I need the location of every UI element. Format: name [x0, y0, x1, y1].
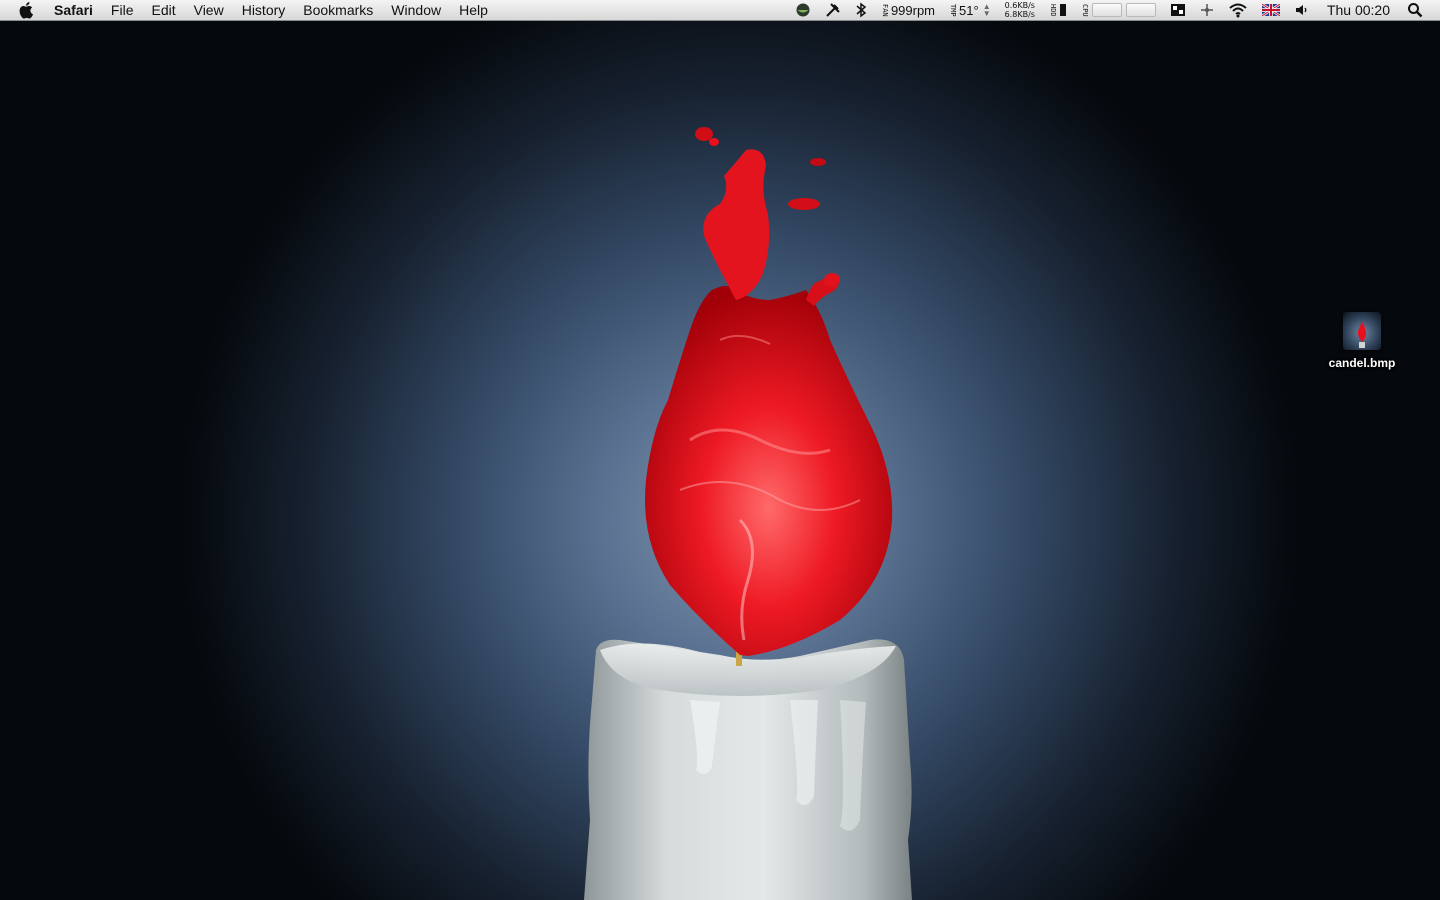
network-status[interactable]: 0.6KB/s 6.8KB/s [1005, 1, 1035, 19]
candle-wallpaper [584, 127, 912, 900]
menu-bar: Safari File Edit View History Bookmarks … [0, 0, 1440, 21]
menu-view[interactable]: View [185, 0, 233, 21]
disk-status[interactable]: HDD [1049, 3, 1067, 17]
dual-display-icon[interactable] [1170, 2, 1186, 18]
menu-bookmarks[interactable]: Bookmarks [294, 0, 382, 21]
temp-label: TMP [949, 3, 958, 17]
net-up: 0.6KB/s [1004, 1, 1035, 10]
net-down: 6.8KB/s [1004, 10, 1035, 19]
uk-flag-icon[interactable] [1261, 4, 1280, 16]
cpu-meter-1 [1091, 3, 1122, 17]
desktop[interactable]: Safari File Edit View History Bookmarks … [0, 0, 1440, 900]
flame-main [645, 286, 893, 656]
fan-label: FAN [880, 3, 889, 17]
disk-label: HDD [1048, 3, 1057, 17]
fan-speed: 999rpm [890, 2, 936, 18]
bluetooth-icon[interactable] [855, 2, 867, 18]
volume-icon[interactable] [1294, 3, 1308, 17]
move-icon[interactable] [1200, 3, 1214, 17]
app-menu-safari[interactable]: Safari [52, 0, 102, 21]
menu-help[interactable]: Help [450, 0, 497, 21]
desktop-file-icon[interactable]: candel.bmp [1316, 312, 1408, 370]
menu-history[interactable]: History [233, 0, 295, 21]
menu-file[interactable]: File [102, 0, 143, 21]
wifi-icon[interactable] [1228, 2, 1248, 18]
menu-edit[interactable]: Edit [142, 0, 184, 21]
menu-window[interactable]: Window [382, 0, 450, 21]
cpu-label: CPU [1080, 3, 1089, 17]
temperature-value: 51° [959, 2, 979, 18]
battery-icon [1059, 4, 1066, 16]
menubar-clock[interactable]: Thu 00:20 [1327, 2, 1390, 18]
cpu-status[interactable]: CPU [1081, 3, 1156, 17]
cpu-meter-2 [1125, 3, 1156, 17]
spotlight-icon[interactable] [1407, 2, 1423, 18]
file-name-label: candel.bmp [1328, 356, 1396, 370]
eye-icon[interactable] [795, 3, 811, 17]
temperature-status[interactable]: TMP 51° ▲ ▼ [949, 3, 991, 18]
tools-icon[interactable] [825, 2, 841, 18]
updown-arrows-icon: ▲ ▼ [982, 2, 991, 18]
bmp-file-thumbnail-icon [1343, 312, 1381, 350]
apple-icon[interactable] [0, 1, 52, 19]
fan-status[interactable]: FAN 999rpm [881, 3, 935, 18]
